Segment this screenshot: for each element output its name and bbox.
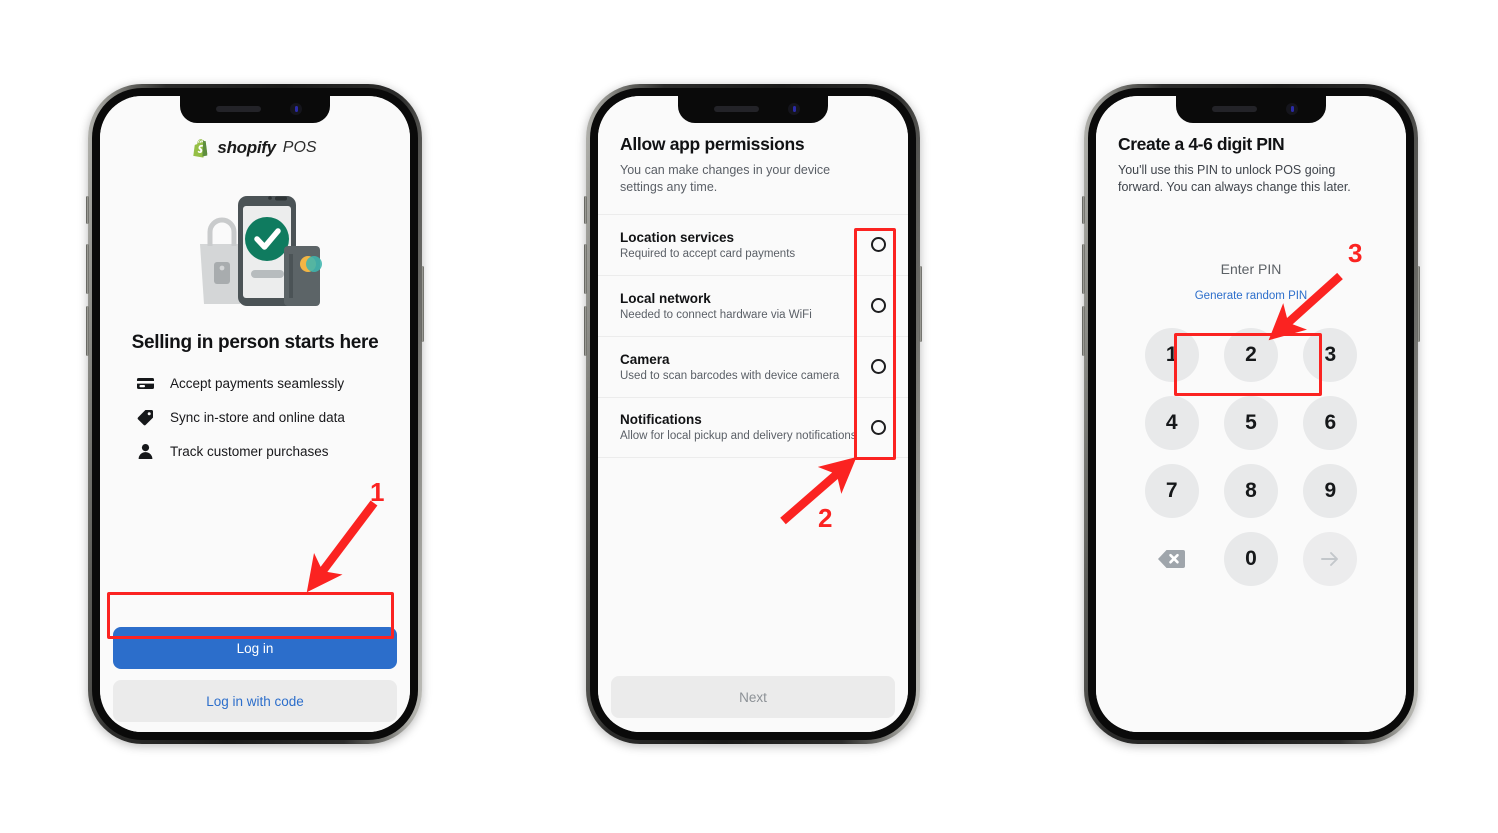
flex-spacer <box>598 458 908 677</box>
key-4[interactable]: 4 <box>1144 395 1199 450</box>
feature-list: Accept payments seamlessly Sync in-store… <box>100 374 410 461</box>
phone-3-create-pin: Create a 4-6 digit PIN You'll use this P… <box>1082 84 1420 744</box>
permission-row-notifications[interactable]: Notifications Allow for local pickup and… <box>598 396 908 458</box>
page-title: Selling in person starts here <box>131 332 379 353</box>
volume-up-button[interactable] <box>584 244 587 294</box>
page-subtitle: You'll use this PIN to unlock POS going … <box>1118 163 1351 195</box>
create-pin-screen-content: Create a 4-6 digit PIN You'll use this P… <box>1096 96 1406 732</box>
brand-name: shopify <box>217 138 276 157</box>
phone-1-screen: shopify POS Selling in person starts her… <box>100 96 410 732</box>
volume-down-button[interactable] <box>1082 306 1085 356</box>
log-in-button[interactable]: Log in <box>113 627 397 669</box>
power-button[interactable] <box>1417 266 1420 342</box>
backspace-icon[interactable] <box>1145 532 1199 586</box>
notch <box>1176 96 1326 123</box>
permission-name: Location services <box>620 229 735 245</box>
mute-switch[interactable] <box>1082 196 1085 224</box>
key-0[interactable]: 0 <box>1223 531 1278 586</box>
volume-down-button[interactable] <box>86 306 89 356</box>
notch <box>180 96 330 123</box>
feature-item: Sync in-store and online data <box>136 408 410 427</box>
pos-checkout-illustration <box>100 184 410 310</box>
permission-description: Required to accept card payments <box>620 247 796 260</box>
feature-item: Accept payments seamlessly <box>136 374 410 393</box>
power-button[interactable] <box>421 266 424 342</box>
page-subtitle: You can make changes in your device sett… <box>620 163 831 195</box>
volume-up-button[interactable] <box>1082 244 1085 294</box>
permission-name: Local network <box>620 290 711 306</box>
front-camera-icon <box>788 103 800 115</box>
tag-icon <box>136 408 155 427</box>
permission-toggle-camera[interactable] <box>871 359 886 374</box>
permission-row-location[interactable]: Location services Required to accept car… <box>598 213 908 275</box>
feature-label: Accept payments seamlessly <box>170 376 345 391</box>
key-8[interactable]: 8 <box>1223 463 1278 518</box>
person-icon <box>136 442 155 461</box>
permissions-screen-content: Allow app permissions You can make chang… <box>598 96 908 732</box>
permission-row-camera[interactable]: Camera Used to scan barcodes with device… <box>598 335 908 397</box>
login-screen-content: shopify POS Selling in person starts her… <box>100 96 410 732</box>
permission-text: Local network Needed to connect hardware… <box>620 291 812 321</box>
permission-text: Notifications Allow for local pickup and… <box>620 412 857 442</box>
permissions-header: Allow app permissions You can make chang… <box>598 134 908 197</box>
permission-name: Notifications <box>620 412 702 427</box>
next-button[interactable]: Next <box>611 676 895 718</box>
page-title: Create a 4-6 digit PIN <box>1118 134 1285 154</box>
permission-name: Camera <box>620 351 670 367</box>
pin-keypad: 1 2 3 4 5 6 7 8 9 0 <box>1132 327 1370 586</box>
permission-description: Used to scan barcodes with device camera <box>620 369 840 382</box>
arrow-right-icon[interactable] <box>1303 531 1358 586</box>
permissions-list: Location services Required to accept car… <box>598 213 908 458</box>
mute-switch[interactable] <box>86 196 89 224</box>
phone-1-login: shopify POS Selling in person starts her… <box>86 84 424 744</box>
permissions-footer: Next <box>598 676 908 732</box>
credit-card-icon <box>136 374 155 393</box>
front-camera-icon <box>1286 103 1298 115</box>
permission-description: Needed to connect hardware via WiFi <box>620 308 812 321</box>
front-camera-icon <box>290 103 302 115</box>
feature-label: Track customer purchases <box>170 444 329 459</box>
phone-3-screen: Create a 4-6 digit PIN You'll use this P… <box>1096 96 1406 732</box>
earpiece-speaker <box>216 106 261 112</box>
key-5[interactable]: 5 <box>1223 395 1278 450</box>
power-button[interactable] <box>919 266 922 342</box>
notch <box>678 96 828 123</box>
screenshot-canvas: shopify POS Selling in person starts her… <box>0 0 1498 833</box>
earpiece-speaker <box>1212 106 1257 112</box>
phone-2-permissions: Allow app permissions You can make chang… <box>584 84 922 744</box>
key-3[interactable]: 3 <box>1303 327 1358 382</box>
create-pin-header: Create a 4-6 digit PIN You'll use this P… <box>1096 134 1406 197</box>
mute-switch[interactable] <box>584 196 587 224</box>
phone-2-screen: Allow app permissions You can make chang… <box>598 96 908 732</box>
flex-spacer <box>100 461 410 627</box>
permission-description: Allow for local pickup and delivery noti… <box>620 430 857 442</box>
volume-down-button[interactable] <box>584 306 587 356</box>
key-1[interactable]: 1 <box>1144 327 1199 382</box>
annotation-number-2: 2 <box>818 503 833 533</box>
shopify-pos-logo: shopify POS <box>100 138 410 158</box>
feature-label: Sync in-store and online data <box>170 410 345 425</box>
earpiece-speaker <box>714 106 759 112</box>
log-in-with-code-button[interactable]: Log in with code <box>113 680 397 722</box>
brand-product: POS <box>282 139 317 156</box>
feature-item: Track customer purchases <box>136 442 410 461</box>
annotation-number-3: 3 <box>1348 238 1363 268</box>
annotation-number-1: 1 <box>370 477 385 507</box>
volume-up-button[interactable] <box>86 244 89 294</box>
key-2[interactable]: 2 <box>1223 327 1278 382</box>
permission-toggle-local-network[interactable] <box>871 298 886 313</box>
permission-toggle-notifications[interactable] <box>871 419 886 435</box>
key-7[interactable]: 7 <box>1144 463 1199 518</box>
page-title: Allow app permissions <box>620 134 805 154</box>
generate-random-pin-link[interactable]: Generate random PIN <box>1096 290 1406 302</box>
permission-text: Location services Required to accept car… <box>620 230 795 260</box>
permission-text: Camera Used to scan barcodes with device… <box>620 352 839 382</box>
permission-row-local-network[interactable]: Local network Needed to connect hardware… <box>598 274 908 336</box>
key-6[interactable]: 6 <box>1303 395 1358 450</box>
login-actions: Log in Log in with code <box>100 627 410 732</box>
key-9[interactable]: 9 <box>1303 463 1358 518</box>
permission-toggle-location[interactable] <box>871 237 886 252</box>
shopify-bag-icon <box>193 139 208 158</box>
